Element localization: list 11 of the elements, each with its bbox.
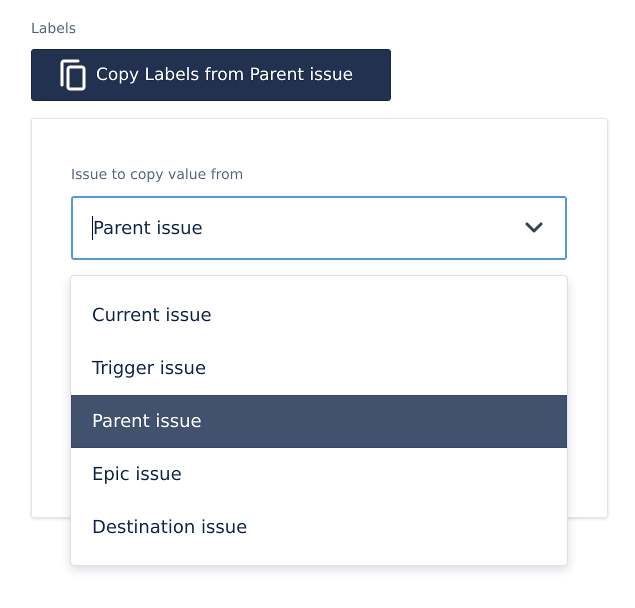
section-label: Labels <box>31 20 78 39</box>
dropdown-option[interactable]: Parent issue <box>71 395 567 448</box>
dropdown-option[interactable]: Destination issue <box>71 501 567 554</box>
copy-button[interactable]: Copy Labels from Parent issue <box>31 49 391 101</box>
field-label: Issue to copy value from <box>71 166 244 185</box>
issue-select[interactable]: Parent issue <box>71 196 567 260</box>
chevron-down-icon <box>525 222 543 234</box>
dropdown-option[interactable]: Trigger issue <box>71 342 567 395</box>
copy-icon <box>60 59 86 91</box>
dropdown-option[interactable]: Current issue <box>71 289 567 342</box>
dropdown-option[interactable]: Epic issue <box>71 448 567 501</box>
